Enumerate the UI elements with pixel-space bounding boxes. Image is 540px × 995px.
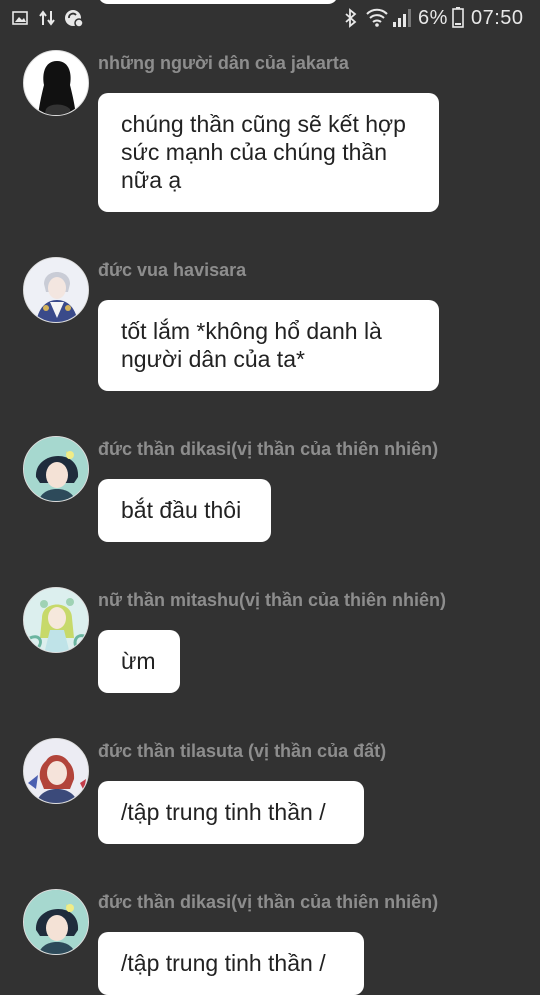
sender-name: đức thần dikasi(vị thần của thiên nhiên) [98, 892, 439, 912]
signal-icon [392, 8, 412, 33]
avatar[interactable] [23, 738, 89, 804]
sender-name: đức vua havisara [98, 260, 247, 280]
avatar[interactable] [23, 587, 89, 653]
king-avatar-icon [24, 258, 88, 322]
avatar[interactable] [23, 50, 89, 116]
image-icon [12, 11, 28, 30]
avatar[interactable] [23, 889, 89, 955]
sender-name: đức thần dikasi(vị thần của thiên nhiên) [98, 439, 439, 459]
sync-icon [64, 8, 84, 33]
message-bubble[interactable]: ừm [98, 630, 180, 693]
avatar[interactable] [23, 257, 89, 323]
message-bubble[interactable]: chúng thần cũng sẽ kết hợp sức mạnh của … [98, 93, 439, 212]
previous-message-bubble [98, 0, 338, 4]
sender-name: nữ thần mitashu(vị thần của thiên nhiên) [98, 590, 447, 610]
dikasi-avatar-icon [24, 437, 88, 501]
battery-percent: 6% [418, 7, 448, 29]
data-transfer-icon [38, 10, 56, 31]
message-bubble[interactable]: /tập trung tinh thần / [98, 781, 364, 844]
clock: 07:50 [471, 7, 524, 29]
avatar[interactable] [23, 436, 89, 502]
sender-name: đức thần tilasuta (vị thần của đất) [98, 741, 387, 761]
mitashu-avatar-icon [24, 588, 88, 652]
status-bar: 6% 07:50 [0, 0, 540, 36]
battery-icon [452, 7, 464, 33]
message-bubble[interactable]: /tập trung tinh thần / [98, 932, 364, 995]
sender-name: những người dân của jakarta [98, 53, 349, 73]
message-bubble[interactable]: bắt đầu thôi [98, 479, 271, 542]
tilasuta-avatar-icon [24, 739, 88, 803]
wifi-icon [366, 7, 388, 32]
silhouette-avatar-icon [38, 61, 76, 115]
message-bubble[interactable]: tốt lắm *không hổ danh là người dân của … [98, 300, 439, 391]
bluetooth-icon [344, 8, 358, 33]
dikasi-avatar-icon [24, 890, 88, 954]
